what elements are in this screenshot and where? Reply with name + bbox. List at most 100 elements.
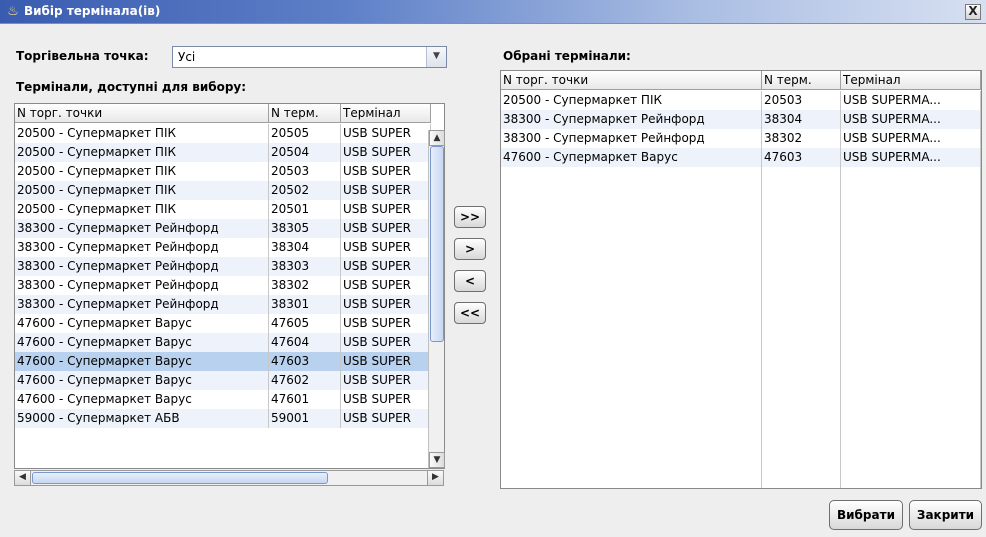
table-row[interactable]: 47600 - Супермаркет Варус 47603 USB SUPER	[15, 352, 431, 371]
table-cell: 47601	[269, 390, 341, 409]
table-cell: 20504	[269, 143, 341, 162]
filter-label: Торгівельна точка:	[16, 49, 149, 63]
table-cell: 47600 - Супермаркет Варус	[15, 371, 269, 390]
table-row[interactable]: 47600 - Супермаркет Варус 47603 USB SUPERM…	[501, 148, 981, 167]
table-cell: USB SUPERMA...	[841, 110, 981, 129]
table-cell: USB SUPER	[341, 257, 431, 276]
table-cell: 59001	[269, 409, 341, 428]
table-row[interactable]: 20500 - Супермаркет ПІК 20503 USB SUPER	[15, 162, 431, 181]
table-header: N торг. точки N терм. Термінал	[15, 104, 431, 123]
table-cell: 38305	[269, 219, 341, 238]
arrow-right-icon[interactable]: ▶	[427, 471, 443, 485]
table-cell: 38301	[269, 295, 341, 314]
select-button[interactable]: Вибрати	[829, 500, 903, 530]
table-row[interactable]: 47600 - Супермаркет Варус 47602 USB SUPER	[15, 371, 431, 390]
window-title: Вибір термінала(ів)	[24, 4, 161, 18]
table-row[interactable]: 38300 - Супермаркет Рейнфорд 38304 USB SUP…	[501, 110, 981, 129]
java-cup-icon: ♨	[7, 4, 19, 19]
table-row[interactable]: 47600 - Супермаркет Варус 47604 USB SUPER	[15, 333, 431, 352]
table-cell: 38302	[269, 276, 341, 295]
table-cell: 20500 - Супермаркет ПІК	[15, 181, 269, 200]
horizontal-scrollbar[interactable]: ◀ ▶	[14, 470, 444, 486]
table-cell: 20505	[269, 124, 341, 143]
table-cell: 47600 - Супермаркет Варус	[15, 352, 269, 371]
table-row[interactable]: 38300 - Супермаркет Рейнфорд 38302 USB SUP…	[501, 129, 981, 148]
table-cell: 20500 - Супермаркет ПІК	[15, 200, 269, 219]
table-cell: USB SUPER	[341, 371, 431, 390]
table-cell: 38300 - Супермаркет Рейнфорд	[15, 238, 269, 257]
vertical-scrollbar[interactable]: ▲ ▼	[428, 130, 445, 468]
table-cell: 20500 - Супермаркет ПІК	[15, 124, 269, 143]
combo-value: Усі	[178, 50, 196, 64]
table-cell: 20500 - Супермаркет ПІК	[501, 91, 762, 110]
arrow-left-icon[interactable]: ◀	[15, 471, 31, 485]
table-cell: 47600 - Супермаркет Варус	[501, 148, 762, 167]
arrow-up-icon[interactable]: ▲	[429, 130, 445, 146]
selected-label: Обрані термінали:	[503, 49, 631, 63]
remove-button[interactable]: <	[454, 270, 486, 292]
table-cell: 47603	[762, 148, 841, 167]
table-cell: USB SUPER	[341, 219, 431, 238]
table-row[interactable]: 47600 - Супермаркет Варус 47605 USB SUPER	[15, 314, 431, 333]
table-body: 20500 - Супермаркет ПІК 20505 USB SUPER 205…	[15, 124, 431, 428]
table-cell: 38300 - Супермаркет Рейнфорд	[501, 129, 762, 148]
table-row[interactable]: 38300 - Супермаркет Рейнфорд 38304 USB SUP…	[15, 238, 431, 257]
column-header[interactable]: N терм.	[762, 71, 841, 90]
table-cell: 47602	[269, 371, 341, 390]
column-header[interactable]: Термінал	[341, 104, 431, 123]
table-cell: 20500 - Супермаркет ПІК	[15, 143, 269, 162]
table-cell: USB SUPER	[341, 333, 431, 352]
table-cell: 20502	[269, 181, 341, 200]
table-row[interactable]: 20500 - Супермаркет ПІК 20501 USB SUPER	[15, 200, 431, 219]
close-window-button[interactable]: X	[965, 4, 981, 20]
table-cell: USB SUPERMA...	[841, 148, 981, 167]
table-cell: 47600 - Супермаркет Варус	[15, 333, 269, 352]
table-cell: 20503	[762, 91, 841, 110]
table-row[interactable]: 20500 - Супермаркет ПІК 20502 USB SUPER	[15, 181, 431, 200]
table-cell: 47604	[269, 333, 341, 352]
column-header[interactable]: N торг. точки	[15, 104, 269, 123]
table-cell: USB SUPER	[341, 352, 431, 371]
trade-point-combo[interactable]: Усі ▼	[172, 46, 447, 68]
table-cell: 38300 - Супермаркет Рейнфорд	[15, 276, 269, 295]
table-cell: USB SUPER	[341, 409, 431, 428]
column-divider	[980, 91, 981, 488]
dropdown-arrow-icon[interactable]: ▼	[426, 47, 446, 67]
table-row[interactable]: 20500 - Супермаркет ПІК 20505 USB SUPER	[15, 124, 431, 143]
table-row[interactable]: 38300 - Супермаркет Рейнфорд 38301 USB SUP…	[15, 295, 431, 314]
table-cell: USB SUPERMA...	[841, 91, 981, 110]
arrow-down-icon[interactable]: ▼	[429, 452, 445, 468]
table-cell: 38303	[269, 257, 341, 276]
table-cell: 38300 - Супермаркет Рейнфорд	[15, 295, 269, 314]
table-cell: 47600 - Супермаркет Варус	[15, 314, 269, 333]
table-cell: 47605	[269, 314, 341, 333]
table-cell: 38302	[762, 129, 841, 148]
column-header[interactable]: N торг. точки	[501, 71, 762, 90]
column-divider	[761, 91, 762, 488]
column-header[interactable]: Термінал	[841, 71, 981, 90]
table-body: 20500 - Супермаркет ПІК 20503 USB SUPERMA.…	[501, 91, 981, 167]
column-header[interactable]: N терм.	[269, 104, 341, 123]
table-cell: USB SUPER	[341, 238, 431, 257]
scroll-thumb[interactable]	[32, 472, 328, 484]
selected-terminals-table[interactable]: N торг. точки N терм. Термінал 20500 - Суп…	[500, 70, 982, 489]
scroll-thumb[interactable]	[430, 146, 444, 342]
table-row[interactable]: 47600 - Супермаркет Варус 47601 USB SUPER	[15, 390, 431, 409]
table-row[interactable]: 59000 - Супермаркет АБВ 59001 USB SUPER	[15, 409, 431, 428]
table-row[interactable]: 38300 - Супермаркет Рейнфорд 38305 USB SUP…	[15, 219, 431, 238]
table-cell: 38304	[762, 110, 841, 129]
table-cell: USB SUPER	[341, 314, 431, 333]
add-all-button[interactable]: >>	[454, 206, 486, 228]
table-row[interactable]: 38300 - Супермаркет Рейнфорд 38302 USB SUP…	[15, 276, 431, 295]
close-button[interactable]: Закрити	[909, 500, 982, 530]
available-label: Термінали, доступні для вибору:	[16, 80, 247, 94]
table-row[interactable]: 20500 - Супермаркет ПІК 20503 USB SUPERMA.…	[501, 91, 981, 110]
table-row[interactable]: 20500 - Супермаркет ПІК 20504 USB SUPER	[15, 143, 431, 162]
available-terminals-table[interactable]: N торг. точки N терм. Термінал 20500 - Суп…	[14, 103, 445, 469]
add-button[interactable]: >	[454, 238, 486, 260]
table-cell: USB SUPER	[341, 124, 431, 143]
remove-all-button[interactable]: <<	[454, 302, 486, 324]
table-cell: 59000 - Супермаркет АБВ	[15, 409, 269, 428]
table-cell: USB SUPER	[341, 181, 431, 200]
table-row[interactable]: 38300 - Супермаркет Рейнфорд 38303 USB SUP…	[15, 257, 431, 276]
